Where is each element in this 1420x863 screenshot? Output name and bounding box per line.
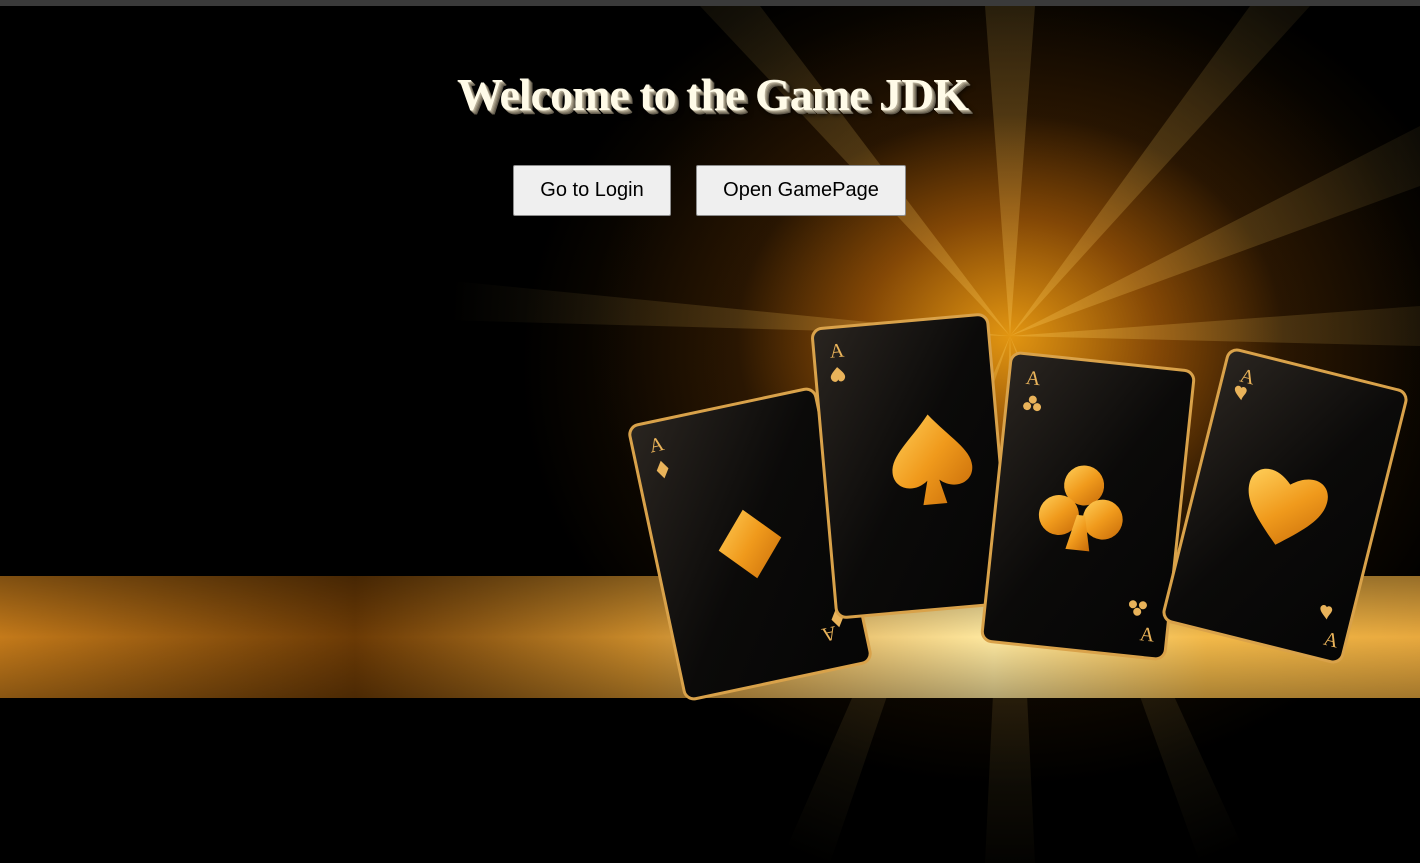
svg-text:A: A (1025, 367, 1042, 390)
hero-background: A A A A A A A Welcome to the Game JDK Go… (0, 6, 1420, 863)
svg-text:A: A (1139, 623, 1156, 646)
svg-text:A: A (829, 339, 846, 362)
page-title: Welcome to the Game JDK (457, 69, 969, 120)
open-gamepage-button[interactable]: Open GamePage (696, 165, 906, 216)
background-illustration: A A A A A A A (0, 6, 1420, 863)
go-to-login-button[interactable]: Go to Login (513, 165, 671, 216)
playing-card-ace-of-spades: A (811, 313, 1013, 619)
